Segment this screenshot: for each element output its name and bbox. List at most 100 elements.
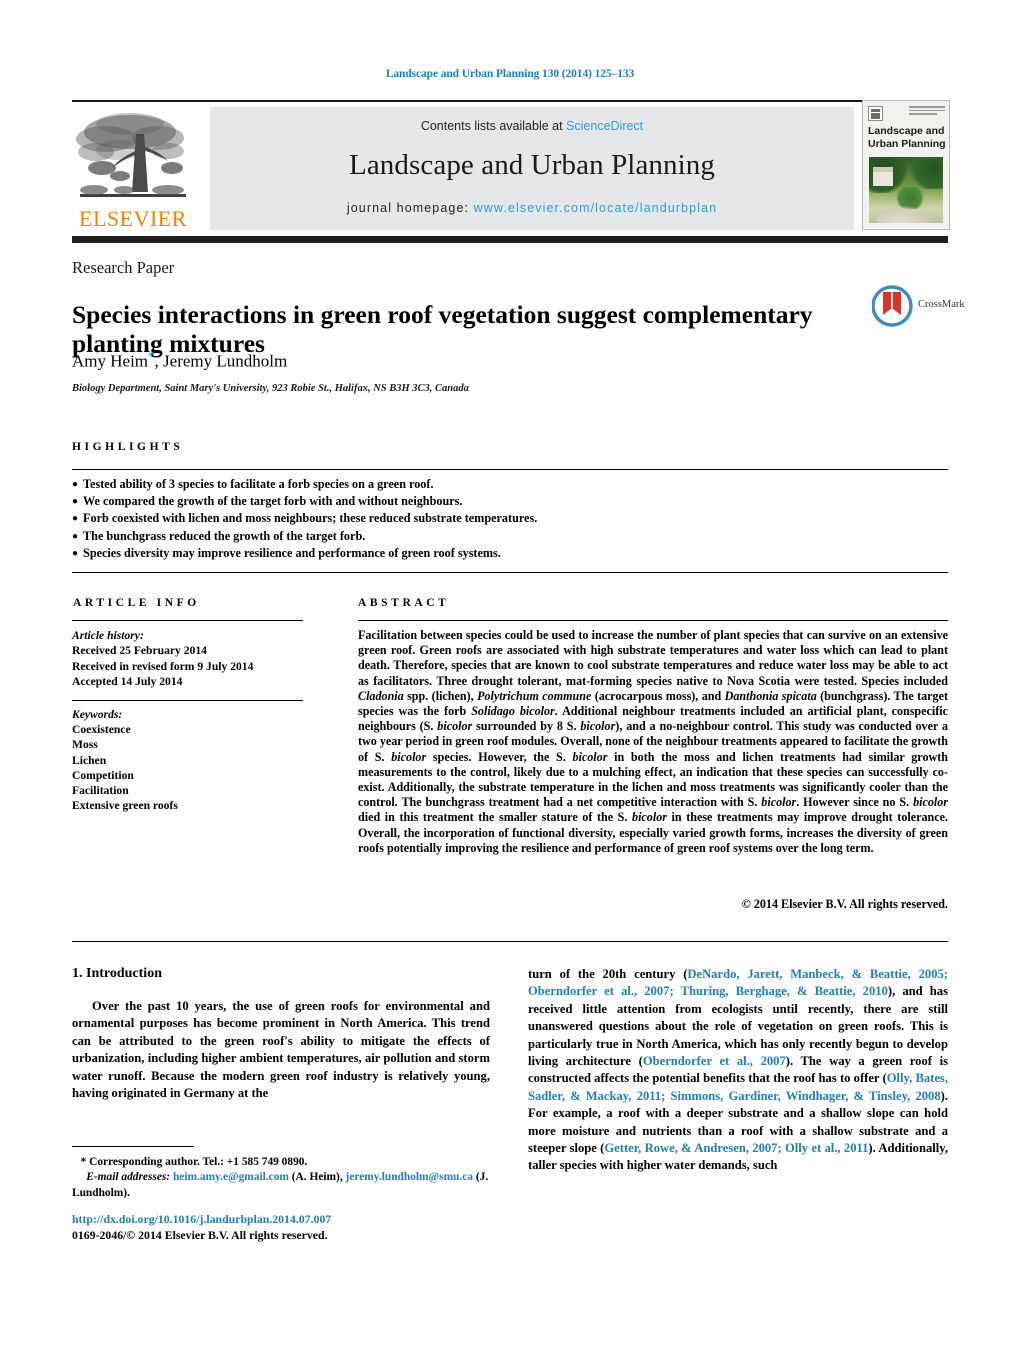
body-column-left: Over the past 10 years, the use of green… — [72, 998, 490, 1102]
corresponding-author-note: * Corresponding author. Tel.: +1 585 749… — [72, 1155, 492, 1170]
history-revised: Received in revised form 9 July 2014 — [72, 659, 254, 673]
cover-topbar — [863, 101, 949, 123]
highlights-rule — [72, 469, 948, 471]
species-name: bicolor — [580, 719, 616, 734]
keyword-item: Facilitation — [72, 784, 129, 798]
abstract-seg: spp. (lichen), — [403, 688, 478, 703]
list-item: ● Species diversity may improve resilienc… — [72, 545, 948, 562]
citation-link[interactable]: Getter, Rowe, & Andresen, 2007; Olly et … — [604, 1141, 868, 1155]
cover-photo — [869, 157, 943, 223]
body-column-right: turn of the 20th century (DeNardo, Jaret… — [528, 966, 948, 1175]
section-heading-introduction: 1. Introduction — [72, 966, 162, 981]
abstract-seg: died in this treatment the smaller statu… — [358, 810, 633, 825]
email-note: E-mail addresses: heim.amy.e@gmail.com (… — [72, 1170, 492, 1201]
species-name: Solidago bicolor — [471, 704, 555, 719]
journal-banner: Contents lists available at ScienceDirec… — [210, 107, 854, 230]
citation-link[interactable]: Oberndorfer et al., 2007 — [643, 1054, 786, 1068]
corresponding-author-text: Corresponding author. Tel.: +1 585 749 0… — [89, 1156, 308, 1168]
abstract-text: Facilitation between species could be us… — [358, 628, 948, 856]
keyword-item: Extensive green roofs — [72, 799, 178, 813]
journal-title: Landscape and Urban Planning — [349, 149, 715, 181]
running-head: Landscape and Urban Planning 130 (2014) … — [385, 68, 635, 80]
homepage-prefix: journal homepage: — [346, 201, 474, 215]
history-received: Received 25 February 2014 — [72, 644, 207, 658]
article-info-rule — [72, 620, 303, 622]
species-name: bicolor — [913, 795, 948, 810]
species-name: bicolor — [391, 749, 427, 764]
sciencedirect-link[interactable]: ScienceDirect — [566, 119, 643, 133]
elsevier-logo: ELSEVIER — [72, 106, 194, 232]
species-name: Polytrichum commune — [477, 688, 592, 703]
body-top-rule — [72, 941, 948, 943]
journal-article-page: Landscape and Urban Planning 130 (2014) … — [0, 0, 1020, 1351]
list-item: ● Forb coexisted with lichen and moss nei… — [72, 510, 948, 527]
issn-copyright-line: 0169-2046/© 2014 Elsevier B.V. All right… — [72, 1227, 328, 1242]
highlights-heading: HIGHLIGHTS — [72, 441, 184, 453]
author-2: , Jeremy Lundholm — [154, 351, 288, 371]
abstract-seg: . However since no S. — [796, 795, 914, 810]
journal-homepage-line: journal homepage: www.elsevier.com/locat… — [210, 201, 854, 215]
highlight-text: Forb coexisted with lichen and moss neig… — [83, 511, 538, 526]
abstract-heading: ABSTRACT — [358, 597, 450, 609]
footnote-block: * Corresponding author. Tel.: +1 585 749… — [72, 1155, 492, 1201]
keywords-label: Keywords: — [72, 708, 123, 721]
journal-masthead: ELSEVIER Contents lists available at Sci… — [72, 104, 948, 232]
bullet-icon: ● — [72, 547, 79, 559]
elsevier-wordmark: ELSEVIER — [79, 206, 187, 231]
species-name: Danthonia spicata — [724, 688, 817, 703]
abstract-copyright: © 2014 Elsevier B.V. All rights reserved… — [741, 897, 948, 911]
bullet-icon: ● — [72, 479, 79, 490]
highlights-list: ● Tested ability of 3 species to facilita… — [72, 476, 948, 562]
keyword-item: Coexistence — [72, 723, 131, 737]
footnote-rule — [72, 1146, 194, 1148]
info-section-top-rule — [72, 572, 948, 574]
crossmark-label: CrossMark — [918, 299, 965, 310]
author-list: Amy Heim*, Jeremy Lundholm — [72, 348, 287, 372]
journal-homepage-link[interactable]: www.elsevier.com/locate/landurbplan — [474, 201, 717, 215]
email-link-1[interactable]: heim.amy.e@gmail.com — [173, 1171, 289, 1183]
affiliation: Biology Department, Saint Mary's Univers… — [72, 383, 469, 394]
author-1: Amy Heim — [72, 351, 149, 371]
contents-prefix: Contents lists available at — [420, 119, 567, 133]
email-link-2[interactable]: jeremy.lundholm@smu.ca — [346, 1171, 473, 1183]
article-type: Research Paper — [72, 258, 175, 277]
keywords-block: Keywords: Coexistence Moss Lichen Compet… — [72, 707, 312, 813]
bullet-icon: ● — [72, 530, 79, 542]
cover-journal-title: Landscape and Urban Planning — [868, 125, 946, 150]
abstract-seg: (acrocarpous moss), and — [591, 688, 725, 703]
doi-block: http://dx.doi.org/10.1016/j.landurbplan.… — [72, 1212, 502, 1243]
highlight-text: Tested ability of 3 species to facilitat… — [83, 477, 434, 491]
species-name: bicolor — [632, 810, 667, 825]
bullet-icon: ● — [72, 513, 79, 525]
keywords-top-rule — [72, 700, 303, 702]
email-label: E-mail addresses: — [86, 1171, 171, 1184]
crossmark-badge[interactable]: CrossMark — [871, 285, 965, 327]
history-accepted: Accepted 14 July 2014 — [72, 675, 183, 689]
journal-cover-thumbnail: Landscape and Urban Planning — [862, 100, 950, 230]
intro-paragraph-left: Over the past 10 years, the use of green… — [72, 999, 490, 1101]
abstract-rule — [358, 620, 948, 622]
doi-link[interactable]: http://dx.doi.org/10.1016/j.landurbplan.… — [72, 1212, 502, 1228]
highlight-text: We compared the growth of the target for… — [83, 494, 463, 509]
article-history-block: Article history: Received 25 February 20… — [72, 628, 312, 690]
contents-lists-line: Contents lists available at ScienceDirec… — [210, 119, 854, 133]
bullet-icon: ● — [72, 496, 79, 508]
abstract-seg: species. However, the S. — [426, 749, 573, 764]
abstract-seg: surrounded by 8 S. — [472, 719, 581, 734]
list-item: ● We compared the growth of the target fo… — [72, 493, 948, 510]
header-thick-bar — [72, 236, 948, 243]
species-name: bicolor — [437, 719, 473, 734]
list-item: ● The bunchgrass reduced the growth of th… — [72, 528, 948, 545]
keyword-item: Lichen — [72, 753, 107, 767]
species-name: bicolor — [572, 749, 608, 764]
keyword-item: Moss — [72, 738, 98, 752]
masthead-top-rule — [72, 100, 948, 102]
highlight-text: Species diversity may improve resilience… — [83, 545, 501, 560]
article-history-label: Article history: — [72, 629, 144, 642]
keyword-item: Competition — [72, 768, 134, 782]
email-owner-1: (A. Heim), — [288, 1171, 346, 1184]
cover-dashes-decor — [909, 106, 945, 117]
footnote-marker: * — [80, 1156, 87, 1168]
list-item: ● Tested ability of 3 species to facilita… — [72, 476, 948, 493]
crossmark-icon — [871, 285, 913, 327]
